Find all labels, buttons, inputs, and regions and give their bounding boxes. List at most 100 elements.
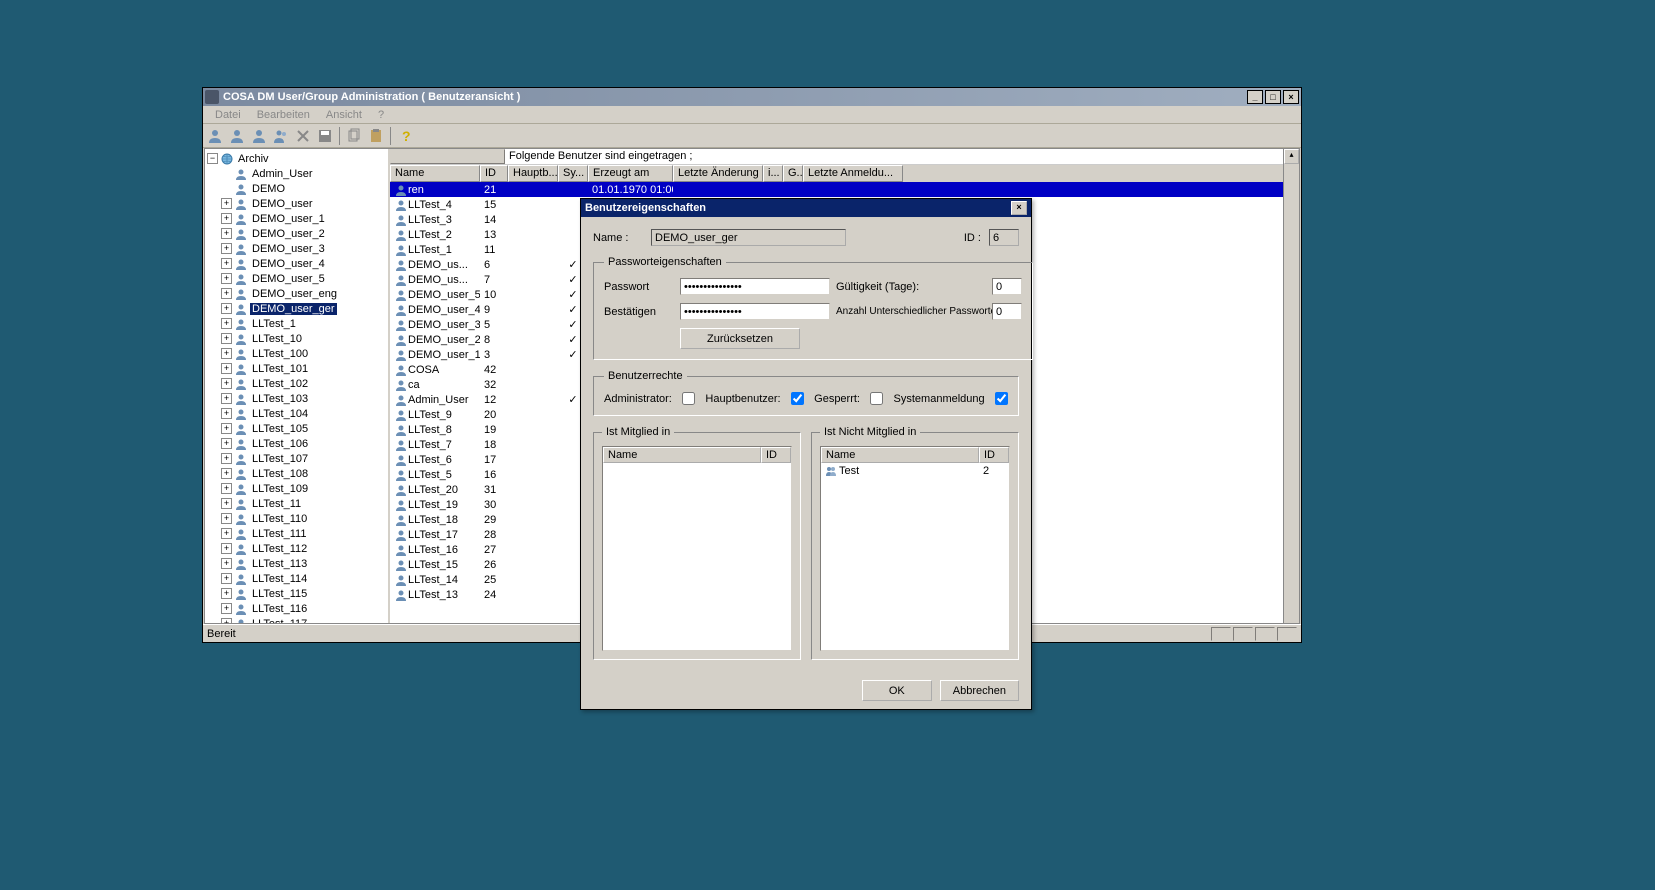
expander-icon[interactable]: + [221,513,232,524]
tree-root-item[interactable]: −Archiv [207,151,386,166]
vertical-scrollbar[interactable]: ▴ [1283,149,1299,623]
tree-item[interactable]: +LLTest_104 [207,406,386,421]
tree-item[interactable]: +LLTest_108 [207,466,386,481]
expander-icon[interactable]: + [221,393,232,404]
cancel-button[interactable]: Abbrechen [940,680,1019,701]
column-header[interactable]: Letzte Anmeldu... [803,165,903,182]
member-col-id[interactable]: ID [761,447,791,463]
toolbar-delete-icon[interactable] [293,126,313,146]
expander-icon[interactable]: + [221,573,232,584]
expander-icon[interactable]: + [221,258,232,269]
tree-item[interactable]: +LLTest_110 [207,511,386,526]
diff-pw-field[interactable] [992,303,1022,320]
toolbar-user-1-icon[interactable] [205,126,225,146]
tree-item[interactable]: +LLTest_11 [207,496,386,511]
toolbar-user-3-icon[interactable] [249,126,269,146]
expander-icon[interactable]: − [207,153,218,164]
toolbar-users-icon[interactable] [271,126,291,146]
tree-item[interactable]: +DEMO_user_1 [207,211,386,226]
tree-item[interactable]: +LLTest_117 [207,616,386,623]
expander-icon[interactable]: + [221,423,232,434]
column-header[interactable]: Sy... [558,165,588,182]
not-member-of-list[interactable]: Name ID Test2 [820,446,1010,651]
menu-help[interactable]: ? [370,107,392,123]
menu-ansicht[interactable]: Ansicht [318,107,370,123]
expander-icon[interactable]: + [221,483,232,494]
tree-item[interactable]: +LLTest_113 [207,556,386,571]
toolbar-user-2-icon[interactable] [227,126,247,146]
tree-item[interactable]: +DEMO_user_eng [207,286,386,301]
expander-icon[interactable]: + [221,363,232,374]
expander-icon[interactable]: + [221,318,232,329]
tree-item[interactable]: +DEMO_user_4 [207,256,386,271]
admin-checkbox[interactable] [682,392,695,405]
column-header[interactable]: ID [480,165,508,182]
column-header[interactable]: G... [783,165,803,182]
column-header[interactable]: Name [390,165,480,182]
expander-icon[interactable]: + [221,468,232,479]
validity-field[interactable] [992,278,1022,295]
member-of-list[interactable]: Name ID [602,446,792,651]
menu-datei[interactable]: Datei [207,107,249,123]
toolbar-copy-icon[interactable] [344,126,364,146]
expander-icon[interactable]: + [221,333,232,344]
expander-icon[interactable]: + [221,588,232,599]
tree-item[interactable]: +DEMO_user_5 [207,271,386,286]
close-button[interactable]: × [1283,90,1299,104]
locked-checkbox[interactable] [870,392,883,405]
password-field[interactable] [680,278,830,295]
not-member-col-id[interactable]: ID [979,447,1009,463]
column-header[interactable]: Hauptb... [508,165,558,182]
tree-item[interactable]: +LLTest_100 [207,346,386,361]
expander-icon[interactable]: + [221,378,232,389]
tree-item[interactable]: +LLTest_116 [207,601,386,616]
column-header[interactable]: i... [763,165,783,182]
tree-item[interactable]: +LLTest_115 [207,586,386,601]
expander-icon[interactable]: + [221,228,232,239]
expander-icon[interactable]: + [221,408,232,419]
sys-login-checkbox[interactable] [995,392,1008,405]
expander-icon[interactable]: + [221,543,232,554]
expander-icon[interactable]: + [221,213,232,224]
tree-item[interactable]: +LLTest_10 [207,331,386,346]
column-header[interactable]: Erzeugt am [588,165,673,182]
tree-item[interactable]: +LLTest_101 [207,361,386,376]
not-member-col-name[interactable]: Name [821,447,979,463]
expander-icon[interactable]: + [221,198,232,209]
expander-icon[interactable]: + [221,453,232,464]
tree-item[interactable]: +LLTest_102 [207,376,386,391]
toolbar-save-icon[interactable] [315,126,335,146]
column-header[interactable]: Letzte Änderung [673,165,763,182]
tree-item[interactable]: +DEMO_user [207,196,386,211]
tree-item[interactable]: +LLTest_111 [207,526,386,541]
expander-icon[interactable]: + [221,348,232,359]
table-row[interactable]: ren2101.01.1970 01:00 [390,182,1299,197]
tree-item[interactable]: +DEMO_user_2 [207,226,386,241]
tree-item[interactable]: +LLTest_114 [207,571,386,586]
group-row[interactable]: Test2 [821,463,1009,478]
tree-item[interactable]: +DEMO_user_3 [207,241,386,256]
expander-icon[interactable]: + [221,498,232,509]
member-col-name[interactable]: Name [603,447,761,463]
tree-item[interactable]: +LLTest_107 [207,451,386,466]
confirm-field[interactable] [680,303,830,320]
expander-icon[interactable]: + [221,273,232,284]
main-user-checkbox[interactable] [791,392,804,405]
expander-icon[interactable]: + [221,528,232,539]
tree-item[interactable]: +LLTest_106 [207,436,386,451]
dialog-close-button[interactable]: × [1011,201,1027,215]
tree-item[interactable]: +LLTest_1 [207,316,386,331]
tree-item[interactable]: +LLTest_112 [207,541,386,556]
minimize-button[interactable]: _ [1247,90,1263,104]
tree-item[interactable]: DEMO [207,181,386,196]
reset-button[interactable]: Zurücksetzen [680,328,800,349]
expander-icon[interactable]: + [221,618,232,623]
tree-item[interactable]: +LLTest_109 [207,481,386,496]
ok-button[interactable]: OK [862,680,932,701]
expander-icon[interactable]: + [221,303,232,314]
tree-item[interactable]: +LLTest_103 [207,391,386,406]
titlebar[interactable]: COSA DM User/Group Administration ( Benu… [203,88,1301,106]
toolbar-help-icon[interactable]: ? [395,126,415,146]
menu-bearbeiten[interactable]: Bearbeiten [249,107,318,123]
expander-icon[interactable]: + [221,558,232,569]
